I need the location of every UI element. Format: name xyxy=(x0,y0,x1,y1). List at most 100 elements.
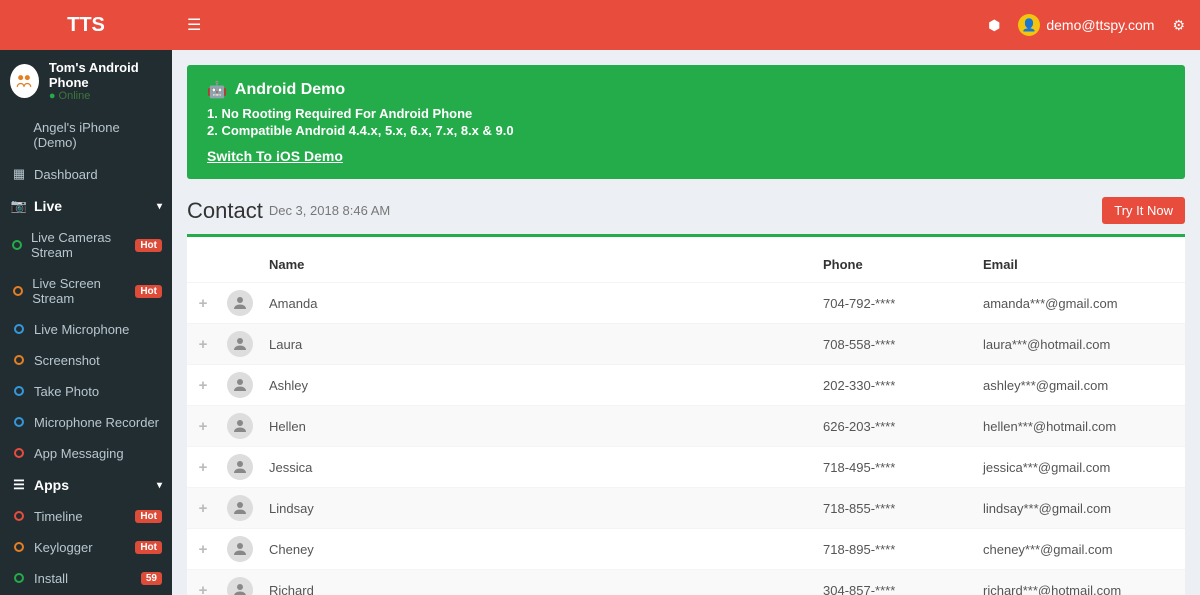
contact-phone: 708-558-**** xyxy=(815,324,975,365)
expand-icon[interactable]: + xyxy=(187,365,219,406)
callout-title: Android Demo xyxy=(235,81,345,99)
badge: Hot xyxy=(135,239,162,252)
try-it-now-button[interactable]: Try It Now xyxy=(1102,197,1185,224)
circle-icon xyxy=(10,322,28,337)
circle-icon xyxy=(10,238,25,253)
circle-icon xyxy=(10,540,28,555)
circle-icon xyxy=(10,446,28,461)
sidebar-section-apps[interactable]: ☰ Apps ▾ xyxy=(0,469,172,501)
contact-name: Cheney xyxy=(261,529,815,570)
contact-phone: 718-895-**** xyxy=(815,529,975,570)
sidebar-dashboard[interactable]: ▦ Dashboard xyxy=(0,158,172,190)
switch-demo-link[interactable]: Switch To iOS Demo xyxy=(207,148,343,164)
sidebar-item-label: Take Photo xyxy=(34,384,99,399)
camera-icon: 📷 xyxy=(10,198,28,214)
sidebar-section-live[interactable]: 📷Live▾ xyxy=(0,190,172,222)
contact-email: hellen***@hotmail.com xyxy=(975,406,1185,447)
badge: Hot xyxy=(135,285,162,298)
sidebar-live-5[interactable]: Microphone Recorder xyxy=(0,407,172,438)
sidebar-item-label: Timeline xyxy=(34,509,83,524)
contact-avatar xyxy=(227,413,253,439)
circle-icon xyxy=(10,509,28,524)
apps-icon: ☰ xyxy=(10,477,28,493)
circle-icon xyxy=(10,571,28,586)
table-row: +Richard304-857-****richard***@hotmail.c… xyxy=(187,570,1185,595)
dashboard-icon: ▦ xyxy=(10,166,28,182)
expand-icon[interactable]: + xyxy=(187,406,219,447)
contact-email: richard***@hotmail.com xyxy=(975,570,1185,595)
sidebar-section-label: Live xyxy=(34,198,62,214)
sidebar-live-4[interactable]: Take Photo xyxy=(0,376,172,407)
online-dot-icon: ● xyxy=(49,90,56,102)
settings-icon[interactable]: ⚙ xyxy=(1172,17,1185,34)
contact-name: Lindsay xyxy=(261,488,815,529)
expand-icon[interactable]: + xyxy=(187,283,219,324)
expand-icon[interactable]: + xyxy=(187,488,219,529)
device-name: Tom's Android Phone xyxy=(49,60,162,90)
badge: Hot xyxy=(135,541,162,554)
contact-avatar xyxy=(227,454,253,480)
contacts-box: Name Phone Email +Amanda704-792-****aman… xyxy=(187,234,1185,595)
sidebar-item-label: Live Screen Stream xyxy=(32,276,135,306)
sidebar-item-label: Screenshot xyxy=(34,353,100,368)
contact-name: Ashley xyxy=(261,365,815,406)
badge: Hot xyxy=(135,510,162,523)
user-avatar xyxy=(10,64,39,98)
sidebar-item-label: Microphone Recorder xyxy=(34,415,159,430)
th-phone: Phone xyxy=(815,247,975,283)
contact-name: Laura xyxy=(261,324,815,365)
table-row: +Amanda704-792-****amanda***@gmail.com xyxy=(187,283,1185,324)
demo-callout: 🤖Android Demo 1. No Rooting Required For… xyxy=(187,65,1185,179)
contact-avatar xyxy=(227,331,253,357)
sidebar-item-label: Keylogger xyxy=(34,540,93,555)
contact-phone: 704-792-**** xyxy=(815,283,975,324)
topbar-avatar: 👤 xyxy=(1018,14,1040,36)
contact-email: jessica***@gmail.com xyxy=(975,447,1185,488)
expand-icon[interactable]: + xyxy=(187,324,219,365)
sidebar-item-label: Install xyxy=(34,571,68,586)
sidebar-item-label: Dashboard xyxy=(34,167,98,182)
sidebar-device-iphone[interactable]: Angel's iPhone (Demo) xyxy=(0,112,172,158)
page-header: Contact Dec 3, 2018 8:46 AM Try It Now xyxy=(187,197,1185,224)
sidebar-live-0[interactable]: Live Cameras StreamHot xyxy=(0,222,172,268)
sidebar-live-1[interactable]: Live Screen StreamHot xyxy=(0,268,172,314)
contact-phone: 718-495-**** xyxy=(815,447,975,488)
contact-email: lindsay***@gmail.com xyxy=(975,488,1185,529)
menu-toggle-icon[interactable]: ☰ xyxy=(187,15,201,35)
user-menu[interactable]: 👤 demo@ttspy.com xyxy=(1018,14,1154,36)
table-row: + Lindsay718-855-****lindsay***@gmail.com xyxy=(187,488,1185,529)
sidebar-apps-1[interactable]: Keylogger Hot xyxy=(0,532,172,563)
sidebar-section-label: Apps xyxy=(34,477,69,493)
sidebar-apps-0[interactable]: Timeline Hot xyxy=(0,501,172,532)
brand-logo[interactable]: TTS xyxy=(0,0,172,50)
expand-icon[interactable]: + xyxy=(187,529,219,570)
sidebar-item-label: Live Microphone xyxy=(34,322,129,337)
circle-icon xyxy=(10,284,26,299)
sidebar-live-2[interactable]: Live Microphone xyxy=(0,314,172,345)
contact-email: cheney***@gmail.com xyxy=(975,529,1185,570)
table-row: +Jessica718-495-****jessica***@gmail.com xyxy=(187,447,1185,488)
contact-email: ashley***@gmail.com xyxy=(975,365,1185,406)
user-panel: Tom's Android Phone ●Online xyxy=(0,50,172,112)
expand-icon[interactable]: + xyxy=(187,447,219,488)
callout-line-2: 2. Compatible Android 4.4.x, 5.x, 6.x, 7… xyxy=(207,123,1165,138)
page-title: Contact xyxy=(187,198,263,224)
contact-phone: 718-855-**** xyxy=(815,488,975,529)
device-status: ●Online xyxy=(49,90,162,102)
th-email: Email xyxy=(975,247,1185,283)
circle-icon xyxy=(10,353,28,368)
topbar: ☰ ⬢ 👤 demo@ttspy.com ⚙ xyxy=(172,0,1200,50)
sidebar-live-6[interactable]: App Messaging xyxy=(0,438,172,469)
contact-name: Amanda xyxy=(261,283,815,324)
sidebar-live-3[interactable]: Screenshot xyxy=(0,345,172,376)
expand-icon[interactable]: + xyxy=(187,570,219,595)
sidebar-item-label: App Messaging xyxy=(34,446,124,461)
chevron-down-icon: ▾ xyxy=(157,480,162,491)
page-subtitle: Dec 3, 2018 8:46 AM xyxy=(269,203,390,218)
contact-phone: 202-330-**** xyxy=(815,365,975,406)
sidebar-item-label: Live Cameras Stream xyxy=(31,230,135,260)
sidebar-apps-2[interactable]: Install59 xyxy=(0,563,172,594)
table-row: +Hellen626-203-****hellen***@hotmail.com xyxy=(187,406,1185,447)
contacts-table: Name Phone Email +Amanda704-792-****aman… xyxy=(187,247,1185,595)
android-icon[interactable]: ⬢ xyxy=(988,17,1000,34)
